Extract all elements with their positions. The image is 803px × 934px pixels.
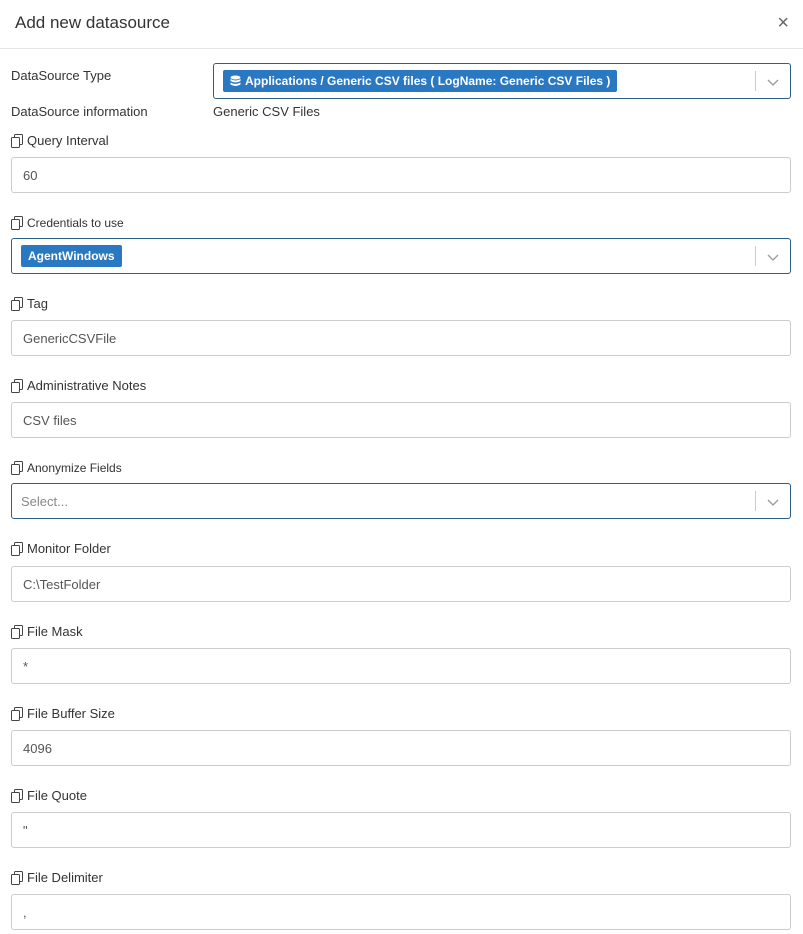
file-buffer-size-input[interactable] <box>11 730 791 766</box>
file-delimiter-input[interactable] <box>11 894 791 930</box>
datasource-type-label: DataSource Type <box>11 68 112 83</box>
select-divider <box>755 246 756 266</box>
copy-icon[interactable] <box>11 133 24 148</box>
datasource-type-chip: Applications / Generic CSV files ( LogNa… <box>223 70 618 92</box>
file-delimiter-label: File Delimiter <box>11 870 103 885</box>
copy-icon[interactable] <box>11 541 24 556</box>
file-mask-input[interactable] <box>11 648 791 684</box>
datasource-type-select[interactable]: Applications / Generic CSV files ( LogNa… <box>213 63 791 99</box>
tag-label-text: Tag <box>27 296 48 311</box>
file-delimiter-label-text: File Delimiter <box>27 870 103 885</box>
file-quote-label-text: File Quote <box>27 788 87 803</box>
select-divider <box>755 71 756 91</box>
anonymize-label: Anonymize Fields <box>11 461 122 475</box>
file-quote-label: File Quote <box>11 788 87 803</box>
copy-icon[interactable] <box>11 378 24 393</box>
monitor-folder-label-text: Monitor Folder <box>27 541 111 556</box>
monitor-folder-label: Monitor Folder <box>11 541 111 556</box>
query-interval-label: Query Interval <box>11 133 109 148</box>
credentials-label: Credentials to use <box>11 216 124 230</box>
tag-label: Tag <box>11 296 48 311</box>
admin-notes-label: Administrative Notes <box>11 378 146 393</box>
query-interval-input[interactable] <box>11 157 791 193</box>
file-buffer-size-label-text: File Buffer Size <box>27 706 115 721</box>
chevron-down-icon[interactable] <box>766 250 780 264</box>
copy-icon[interactable] <box>11 870 24 885</box>
copy-icon[interactable] <box>11 624 24 639</box>
copy-icon[interactable] <box>11 788 24 803</box>
chevron-down-icon[interactable] <box>766 495 780 509</box>
select-divider <box>755 491 756 511</box>
anonymize-placeholder: Select... <box>21 494 68 509</box>
query-interval-label-text: Query Interval <box>27 133 109 148</box>
file-mask-label: File Mask <box>11 624 83 639</box>
datasource-info-label: DataSource information <box>11 104 148 119</box>
dialog-header: Add new datasource × <box>0 0 803 49</box>
file-mask-label-text: File Mask <box>27 624 83 639</box>
credentials-select[interactable]: AgentWindows <box>11 238 791 274</box>
datasource-info-value: Generic CSV Files <box>213 104 320 119</box>
copy-icon[interactable] <box>11 296 24 311</box>
admin-notes-label-text: Administrative Notes <box>27 378 147 393</box>
database-icon <box>230 75 241 86</box>
anonymize-select[interactable]: Select... <box>11 483 791 519</box>
copy-icon[interactable] <box>11 461 24 475</box>
close-icon[interactable]: × <box>777 13 789 33</box>
copy-icon[interactable] <box>11 216 24 230</box>
anonymize-label-text: Anonymize Fields <box>27 461 122 475</box>
copy-icon[interactable] <box>11 706 24 721</box>
file-quote-input[interactable] <box>11 812 791 848</box>
tag-input[interactable] <box>11 320 791 356</box>
datasource-type-value: Applications / Generic CSV files ( LogNa… <box>245 74 611 88</box>
credentials-label-text: Credentials to use <box>27 216 124 230</box>
file-buffer-size-label: File Buffer Size <box>11 706 115 721</box>
chevron-down-icon[interactable] <box>766 75 780 89</box>
monitor-folder-input[interactable] <box>11 566 791 602</box>
credentials-chip: AgentWindows <box>21 245 122 267</box>
credentials-value: AgentWindows <box>28 249 115 263</box>
admin-notes-input[interactable] <box>11 402 791 438</box>
dialog-title: Add new datasource <box>15 13 170 32</box>
